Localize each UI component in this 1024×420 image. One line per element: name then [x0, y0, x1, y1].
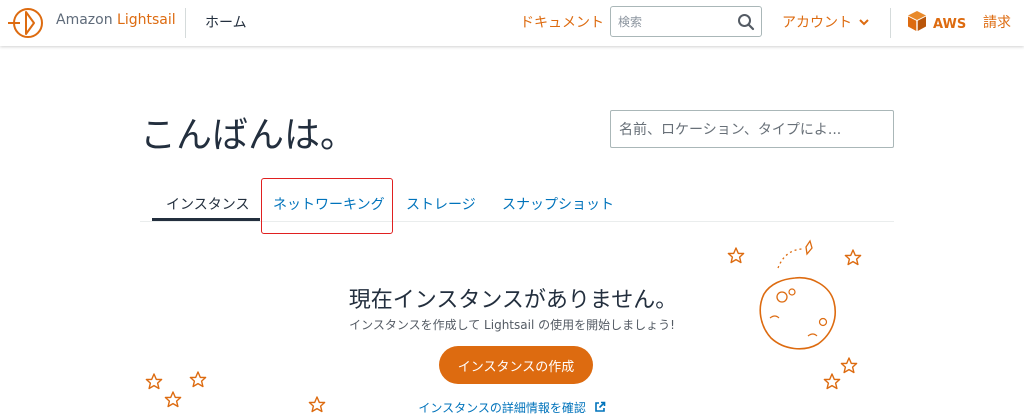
top-navigation-bar: Amazon Lightsail ホーム ドキュメント アカウント AWS 請求: [0, 0, 1024, 46]
account-menu[interactable]: アカウント: [782, 12, 870, 32]
header-divider: [890, 8, 891, 38]
aws-label: AWS: [933, 17, 967, 32]
header-search-box[interactable]: [610, 6, 762, 37]
billing-link[interactable]: 請求: [983, 12, 1011, 32]
shooting-star-trail: [777, 248, 803, 269]
star-icon: [164, 391, 182, 408]
aws-console-link[interactable]: AWS: [907, 10, 966, 34]
lightsail-logo-icon[interactable]: [6, 4, 46, 42]
star-icon: [189, 371, 207, 388]
decorative-illustration: [145, 239, 862, 413]
star-icon: [727, 247, 745, 264]
star-icon: [145, 373, 163, 390]
star-icon: [308, 396, 326, 413]
star-icon: [844, 249, 862, 266]
header-divider: [185, 8, 186, 38]
account-label: アカウント: [782, 15, 852, 31]
brand-name[interactable]: Amazon Lightsail: [56, 12, 176, 28]
brand-prefix: Amazon: [56, 12, 118, 28]
star-icon: [823, 373, 841, 390]
chevron-down-icon: [859, 19, 870, 26]
search-icon[interactable]: [737, 13, 755, 31]
header-search-input[interactable]: [618, 13, 736, 31]
moon-icon: [759, 277, 836, 350]
star-icon: [840, 357, 858, 374]
shooting-star-icon: [805, 239, 813, 256]
brand-highlight: Lightsail: [117, 12, 176, 28]
aws-cube-icon: [908, 11, 926, 31]
documentation-link[interactable]: ドキュメント: [520, 12, 604, 32]
home-link[interactable]: ホーム: [205, 12, 247, 32]
